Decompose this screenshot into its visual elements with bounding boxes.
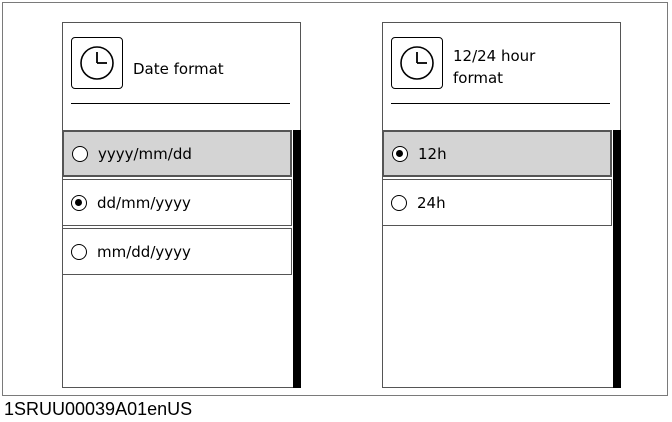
radio-unchecked-icon[interactable] — [391, 194, 407, 211]
date-format-panel: Date format yyyy/mm/dd dd/mm/yyyy mm/dd/… — [62, 22, 301, 388]
clock-icon — [71, 37, 123, 89]
option-label: yyyy/mm/dd — [98, 144, 192, 163]
radio-checked-icon[interactable] — [71, 194, 87, 211]
option-label: mm/dd/yyyy — [97, 242, 191, 261]
radio-unchecked-icon[interactable] — [71, 243, 87, 260]
clock-icon — [391, 37, 443, 89]
option-label: 24h — [417, 193, 446, 212]
time-format-panel: 12/24 hour format 12h 24h — [382, 22, 621, 388]
figure-caption: 1SRUU00039A01enUS — [4, 399, 193, 419]
header-divider — [391, 103, 610, 104]
date-option-mm-dd-yyyy[interactable]: mm/dd/yyyy — [62, 228, 292, 275]
date-format-header: Date format — [71, 37, 292, 107]
radio-checked-icon[interactable] — [392, 145, 408, 162]
header-divider — [71, 103, 290, 104]
radio-unchecked-icon[interactable] — [72, 145, 88, 162]
date-option-dd-mm-yyyy[interactable]: dd/mm/yyyy — [62, 179, 292, 226]
time-option-12h[interactable]: 12h — [382, 130, 612, 177]
time-format-header: 12/24 hour format — [391, 37, 612, 107]
date-option-yyyy-mm-dd[interactable]: yyyy/mm/dd — [62, 130, 292, 177]
time-format-title: 12/24 hour format — [453, 47, 536, 87]
date-format-title: Date format — [133, 60, 224, 78]
option-label: 12h — [418, 144, 447, 163]
option-label: dd/mm/yyyy — [97, 193, 191, 212]
scrollbar[interactable] — [293, 130, 301, 388]
time-option-24h[interactable]: 24h — [382, 179, 612, 226]
scrollbar[interactable] — [613, 130, 621, 388]
